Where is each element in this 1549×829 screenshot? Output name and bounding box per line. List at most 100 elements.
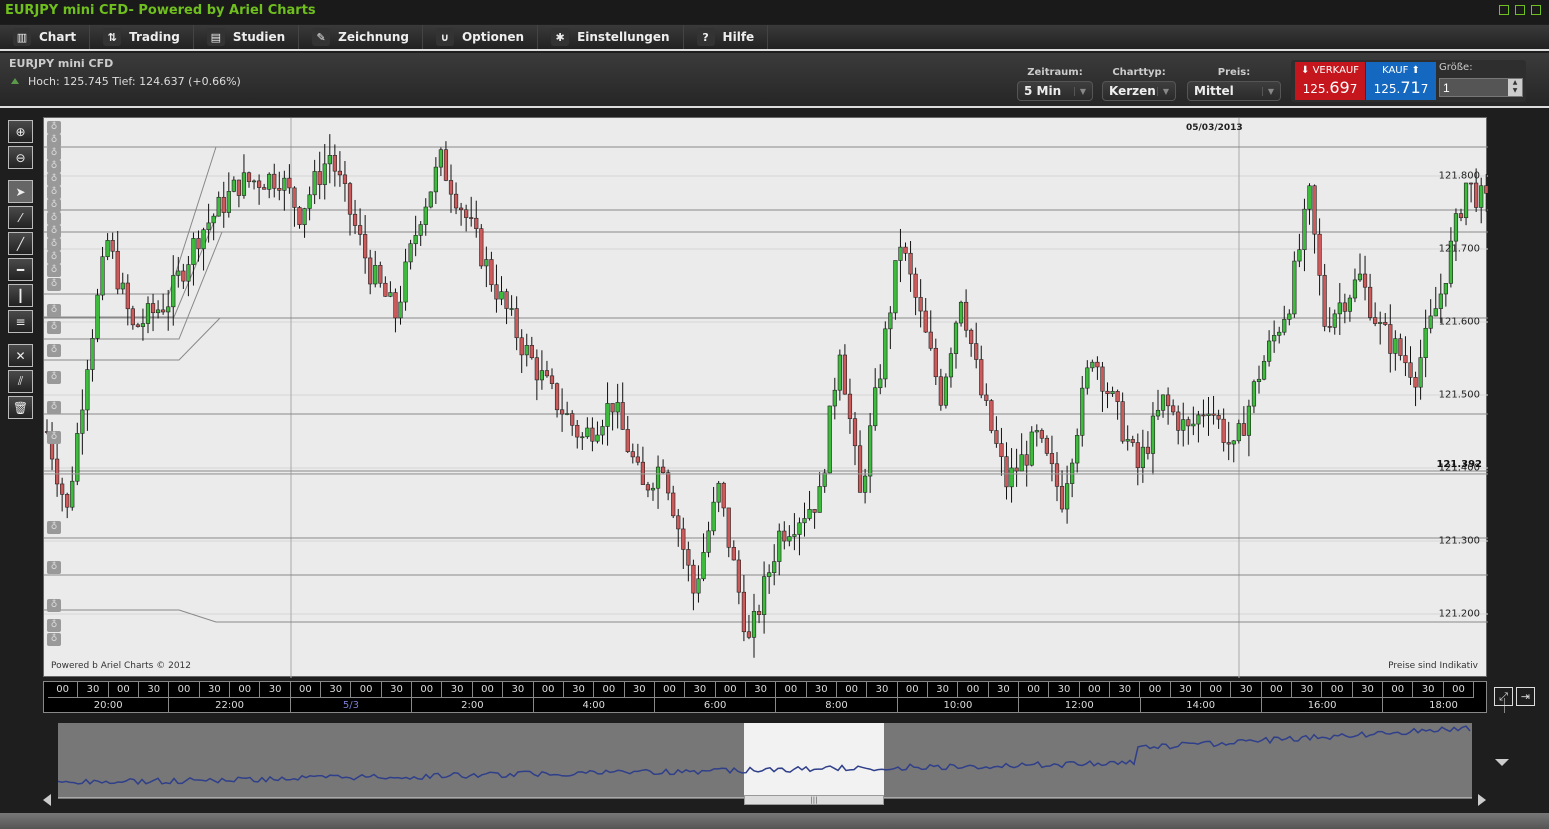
candle-down xyxy=(974,343,979,360)
candle-up xyxy=(105,240,110,258)
arrow-down-icon: ⬇ xyxy=(1301,65,1313,76)
alert-bulb-icon[interactable]: ♁ xyxy=(47,321,61,334)
alert-bulb-icon[interactable]: ♁ xyxy=(47,251,61,264)
navigator-line xyxy=(58,725,1471,786)
trendline-icon[interactable]: ⁄ xyxy=(8,206,33,229)
candle-up xyxy=(1246,405,1251,436)
candle-up xyxy=(595,434,600,442)
candle-down xyxy=(363,234,368,259)
alert-bulb-icon[interactable]: ♁ xyxy=(47,431,61,444)
candle-up xyxy=(873,387,878,427)
candle-down xyxy=(504,291,509,309)
scroll-right-icon[interactable] xyxy=(1478,794,1486,806)
candle-down xyxy=(686,549,691,566)
navigator[interactable] xyxy=(58,723,1472,799)
candle-up xyxy=(312,171,317,196)
sell-button[interactable]: ⬇ VERKAUF 125.697 xyxy=(1295,62,1365,100)
candle-up xyxy=(1272,335,1277,342)
time-tick: 30 xyxy=(564,682,595,697)
vertical-line-icon[interactable]: ┃ xyxy=(8,284,33,307)
pointer-icon[interactable]: ➤ xyxy=(8,180,33,203)
charttyp-value: Kerzen xyxy=(1109,84,1156,98)
horizontal-line-icon[interactable]: ━ xyxy=(8,258,33,281)
alert-bulb-icon[interactable]: ♁ xyxy=(47,186,61,199)
zoom-out-icon[interactable]: ⊖ xyxy=(8,146,33,169)
candle-up xyxy=(484,259,489,267)
fullscreen-icon[interactable]: ⤢ xyxy=(1494,687,1513,706)
zoom-in-icon[interactable]: ⊕ xyxy=(8,120,33,143)
alert-bulb-icon[interactable]: ♁ xyxy=(47,304,61,317)
candle-up xyxy=(1352,279,1358,299)
alert-bulb-icon[interactable]: ♁ xyxy=(47,225,61,238)
export-icon[interactable]: ⇥ xyxy=(1516,687,1535,706)
alert-bulb-icon[interactable]: ♁ xyxy=(47,561,61,574)
size-stepper[interactable]: ▲ ▼ xyxy=(1508,79,1522,96)
scroll-thumb[interactable]: ||| xyxy=(744,795,884,805)
candle-down xyxy=(1408,362,1413,378)
scroll-left-icon[interactable] xyxy=(43,794,51,806)
alert-bulb-icon[interactable]: ♁ xyxy=(47,199,61,212)
candle-up xyxy=(388,292,393,297)
preis-select[interactable]: Preis: Mittel ▼ xyxy=(1187,67,1281,101)
alert-bulb-icon[interactable]: ♁ xyxy=(47,401,61,414)
alert-bulb-icon[interactable]: ♁ xyxy=(47,371,61,384)
channel-icon[interactable]: ✕ xyxy=(8,344,33,367)
time-label: 14:00 xyxy=(1141,698,1262,713)
candlestick-plot[interactable] xyxy=(44,118,1488,678)
parallel-lines-icon[interactable]: ⫽ xyxy=(8,370,33,393)
candle-up xyxy=(398,301,403,319)
time-tick: 00 xyxy=(109,682,140,697)
alert-bulb-icon[interactable]: ♁ xyxy=(47,599,61,612)
alert-bulb-icon[interactable]: ♁ xyxy=(47,212,61,225)
alert-bulb-icon[interactable]: ♁ xyxy=(47,264,61,277)
menu-optionen[interactable]: ∪ Optionen xyxy=(423,25,539,49)
zeitraum-select[interactable]: Zeitraum: 5 Min ▼ xyxy=(1017,67,1093,101)
candle-up xyxy=(216,196,221,217)
time-label: 4:00 xyxy=(534,698,655,713)
candle-down xyxy=(1039,430,1044,439)
candle-down xyxy=(726,507,731,548)
collapse-arrow-icon[interactable] xyxy=(1495,759,1509,766)
fibonacci-icon[interactable]: ≡ xyxy=(8,310,33,333)
candle-up xyxy=(226,191,231,213)
charttyp-select[interactable]: Charttyp: Kerzen ▼ xyxy=(1102,67,1176,101)
alert-bulb-icon[interactable]: ♁ xyxy=(47,238,61,251)
chevron-down-icon: ▼ xyxy=(1073,86,1086,96)
alert-bulb-icon[interactable]: ♁ xyxy=(47,619,61,632)
menu-zeichnung[interactable]: ✎ Zeichnung xyxy=(299,25,423,49)
alert-bulb-icon[interactable]: ♁ xyxy=(47,121,61,134)
candle-down xyxy=(625,429,630,452)
restore-icon[interactable] xyxy=(1515,5,1525,15)
menu-einstellungen[interactable]: ✱ Einstellungen xyxy=(538,25,684,49)
trash-icon[interactable]: 🗑 xyxy=(8,396,33,419)
candle-up xyxy=(1070,462,1075,484)
candle-down xyxy=(1362,273,1368,288)
alert-bulb-icon[interactable]: ♁ xyxy=(47,344,61,357)
alert-bulb-icon[interactable]: ♁ xyxy=(47,147,61,160)
alert-bulb-icon[interactable]: ♁ xyxy=(47,160,61,173)
buy-price-big: 71 xyxy=(1400,78,1421,97)
candle-up xyxy=(408,243,413,263)
candle-down xyxy=(756,611,762,615)
candle-up xyxy=(1292,260,1297,315)
menu-trading[interactable]: ⇅ Trading xyxy=(90,25,194,49)
candle-up xyxy=(1357,273,1363,281)
price-chart[interactable]: ♁ ♁ ♁ ♁ ♁ ♁ ♁ ♁ ♁ ♁ ♁ ♁ ♁ ♁ ♁ ♁ ♁ ♁ ♁ ♁ ♁ ♁ ♁ ♁ 121.800 121.700 1… xyxy=(43,117,1488,678)
help-icon: ? xyxy=(696,28,715,46)
line-icon[interactable]: ╱ xyxy=(8,232,33,255)
alert-bulb-icon[interactable]: ♁ xyxy=(47,633,61,646)
close-icon[interactable] xyxy=(1531,5,1541,15)
candle-down xyxy=(620,402,625,430)
alert-bulb-icon[interactable]: ♁ xyxy=(47,134,61,147)
alert-bulb-icon[interactable]: ♁ xyxy=(47,278,61,291)
menu-studien[interactable]: ▤ Studien xyxy=(194,25,300,49)
time-tick: 00 xyxy=(1140,682,1171,697)
candle-up xyxy=(1191,423,1196,427)
minimize-icon[interactable] xyxy=(1499,5,1509,15)
alert-bulb-icon[interactable]: ♁ xyxy=(47,521,61,534)
buy-button[interactable]: KAUF ⬆ 125.717 xyxy=(1366,62,1436,100)
menu-chart[interactable]: ▥ Chart xyxy=(0,25,91,49)
time-tick: 30 xyxy=(625,682,655,697)
alert-bulb-icon[interactable]: ♁ xyxy=(47,173,61,186)
menu-hilfe[interactable]: ? Hilfe xyxy=(684,25,769,49)
